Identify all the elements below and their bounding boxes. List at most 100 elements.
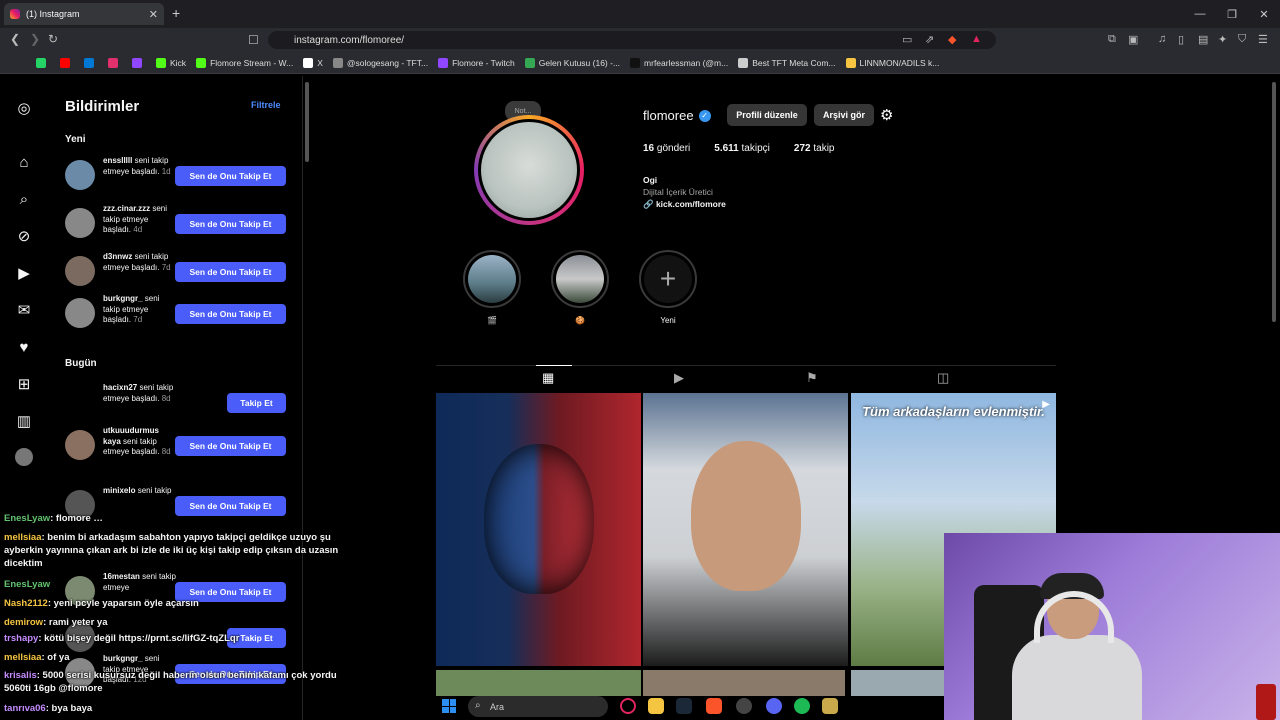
notification-item[interactable]: d3nnwz seni takip etmeye başladı. 7d Sen … [65, 252, 295, 292]
extensions-icon[interactable]: ⧉ [1108, 33, 1116, 46]
notification-item[interactable]: burkgngr_ seni takip etmeye başladı. 7d S… [65, 294, 295, 334]
follow-button[interactable]: Sen de Onu Takip Et [175, 436, 286, 456]
notifications-heart-icon[interactable]: ♥ [14, 337, 34, 357]
messages-icon[interactable]: ✉ [14, 300, 34, 320]
bookmark-item[interactable]: X [303, 57, 323, 68]
profile-link[interactable]: 🔗 kick.com/flomore [643, 199, 726, 210]
follow-button[interactable]: Sen de Onu Takip Et [175, 304, 286, 324]
opera-icon[interactable] [620, 698, 636, 714]
new-tab-button[interactable]: + [172, 5, 180, 21]
highlight-new[interactable]: + [639, 250, 697, 308]
settings-gear-icon[interactable]: ⚙ [880, 106, 893, 124]
reels-icon[interactable]: ▶ [14, 263, 34, 283]
notification-username[interactable]: zzz.cinar.zzz [103, 204, 150, 213]
bookmark-item[interactable]: Flomore Stream - W... [196, 57, 293, 68]
bookmark-item[interactable] [60, 57, 74, 68]
post-6[interactable] [851, 670, 944, 696]
avatar[interactable] [65, 387, 95, 417]
following-stat[interactable]: 272 takip [794, 143, 835, 154]
bookmark-item[interactable] [132, 57, 146, 68]
panel-scrollbar[interactable] [305, 82, 309, 162]
follow-button[interactable]: Sen de Onu Takip Et [175, 166, 286, 186]
tab-instagram[interactable]: (1) Instagram ✕ [4, 3, 164, 25]
leo-ai-icon[interactable]: ✦ [1218, 33, 1227, 46]
reload-icon[interactable]: ↻ [48, 32, 58, 46]
followers-stat[interactable]: 5.611 takipçi [714, 143, 770, 154]
bookmark-item[interactable]: Kick [156, 57, 186, 68]
profile-avatar-icon[interactable] [15, 448, 33, 466]
file-explorer-icon[interactable] [648, 698, 664, 714]
avatar[interactable] [65, 160, 95, 190]
bookmark-item[interactable]: Best TFT Meta Com... [738, 57, 836, 68]
install-app-icon[interactable]: ▭ [902, 33, 912, 46]
posts-grid-icon[interactable]: ▦ [542, 370, 554, 386]
bookmark-item[interactable]: Gelen Kutusu (16) -... [524, 57, 620, 68]
reels-tab-icon[interactable]: ▶ [674, 370, 684, 386]
posts-stat[interactable]: 16 gönderi [643, 143, 690, 154]
url-field[interactable]: instagram.com/flomoree/ [268, 31, 996, 49]
follow-button[interactable]: Sen de Onu Takip Et [175, 214, 286, 234]
notification-username[interactable]: hacixn27 [103, 383, 137, 392]
notification-username[interactable]: ensslllll [103, 156, 132, 165]
bookmark-item[interactable]: @sologesang - TFT... [332, 57, 428, 68]
app-icon[interactable] [736, 698, 752, 714]
filter-link[interactable]: Filtrele [251, 100, 281, 110]
bookmark-item[interactable]: mrfearlessman (@m... [630, 57, 728, 68]
minimize-button[interactable]: — [1184, 0, 1216, 28]
menu-icon[interactable]: ☰ [1258, 33, 1268, 46]
highlight-1[interactable] [463, 250, 521, 308]
edit-profile-button[interactable]: Profili düzenle [727, 104, 807, 126]
highlight-2[interactable] [551, 250, 609, 308]
bookmark-page-icon[interactable]: ☐ [248, 33, 259, 47]
avatar[interactable] [65, 256, 95, 286]
avatar[interactable] [65, 430, 95, 460]
explore-icon[interactable]: ⊘ [14, 226, 34, 246]
dashboard-icon[interactable]: ▥ [14, 411, 34, 431]
windows-start-icon[interactable] [442, 699, 456, 713]
discord-icon[interactable] [766, 698, 782, 714]
notification-username[interactable]: d3nnwz [103, 252, 132, 261]
share-icon[interactable]: ⇗ [925, 33, 934, 46]
vpn-icon[interactable]: ⛉ [1238, 33, 1246, 46]
notification-item[interactable]: hacixn27 seni takip etmeye başladı. 8d Ta… [65, 383, 295, 423]
forward-icon[interactable]: ❯ [30, 32, 40, 46]
tab-close-icon[interactable]: ✕ [149, 8, 158, 21]
wallet-icon[interactable]: ▤ [1198, 33, 1208, 46]
follow-button[interactable]: Takip Et [227, 393, 286, 413]
bookmark-item[interactable]: Flomore - Twitch [438, 57, 515, 68]
bookmark-item[interactable] [108, 57, 122, 68]
notification-username[interactable]: minixelo [103, 486, 135, 495]
brave-shield-icon[interactable]: ◆ [948, 33, 956, 46]
back-icon[interactable]: ❮ [10, 32, 20, 46]
avatar[interactable] [65, 298, 95, 328]
restore-button[interactable]: ❐ [1216, 0, 1248, 28]
steam-icon[interactable] [676, 698, 692, 714]
brave-icon[interactable] [706, 698, 722, 714]
create-icon[interactable]: ⊞ [14, 374, 34, 394]
taskbar-search[interactable]: ⌕ Ara [468, 696, 608, 717]
bookmark-item[interactable] [36, 57, 50, 68]
bookmark-item[interactable]: LINNMON/ADILS k... [845, 57, 939, 68]
post-1[interactable] [436, 393, 641, 666]
view-archive-button[interactable]: Arşivi gör [814, 104, 874, 126]
profile-avatar[interactable] [474, 115, 584, 225]
post-2[interactable] [643, 393, 848, 666]
follow-button[interactable]: Sen de Onu Takip Et [175, 262, 286, 282]
sidebar-icon[interactable]: ▣ [1128, 33, 1138, 46]
spotify-icon[interactable] [794, 698, 810, 714]
saved-tab-icon[interactable]: ⚑ [806, 370, 818, 386]
notification-item[interactable]: ensslllll seni takip etmeye başladı. 1d S… [65, 156, 295, 196]
instagram-logo-icon[interactable]: ◎ [14, 98, 34, 118]
game-icon[interactable] [822, 698, 838, 714]
notification-item[interactable]: utkuuudurmus kaya seni takip etmeye başl… [65, 426, 295, 466]
bookmark-item[interactable] [84, 57, 98, 68]
reader-icon[interactable]: ▯ [1178, 33, 1184, 46]
media-icon[interactable]: ♫ [1158, 33, 1166, 45]
page-scrollbar[interactable] [1272, 82, 1276, 322]
notification-username[interactable]: burkgngr_ [103, 294, 143, 303]
avatar[interactable] [65, 208, 95, 238]
close-window-button[interactable]: ✕ [1248, 0, 1280, 28]
home-icon[interactable]: ⌂ [14, 152, 34, 172]
brave-rewards-icon[interactable]: ▲ [971, 33, 982, 45]
tagged-tab-icon[interactable]: ◫ [937, 370, 949, 386]
